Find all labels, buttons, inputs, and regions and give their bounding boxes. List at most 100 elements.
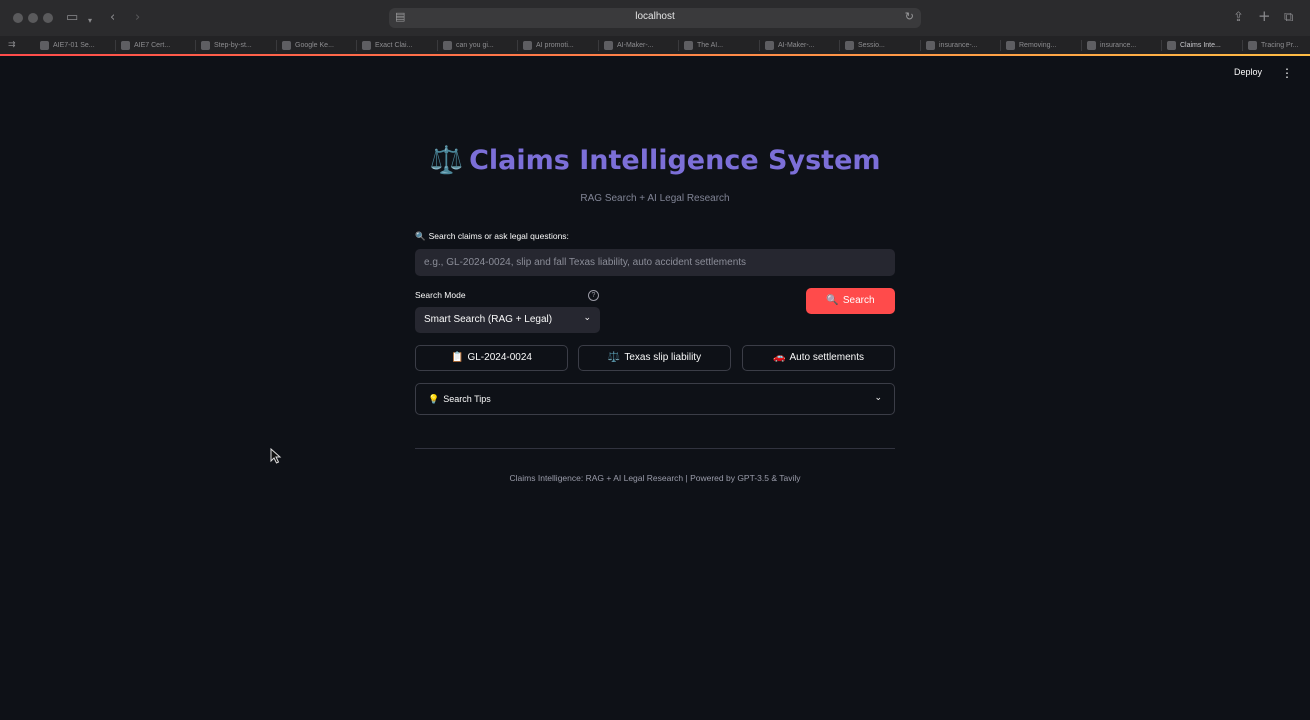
search-mode-select[interactable]: Smart Search (RAG + Legal) ⌄ <box>415 307 600 333</box>
favicon-icon <box>282 40 291 50</box>
browser-tab-label: AI-Maker-... <box>778 42 815 49</box>
browser-tab-label: can you gi... <box>456 42 494 49</box>
search-mode-label: Search Mode <box>415 290 466 300</box>
browser-tab[interactable]: Tracing Pr... <box>1248 38 1310 53</box>
tab-separator <box>920 40 921 51</box>
sidebar-toggle-icon[interactable]: ▭ <box>66 10 78 26</box>
browser-tab[interactable]: Claims Inte... <box>1167 38 1238 53</box>
favicon-icon <box>40 40 49 50</box>
browser-tab[interactable]: AI-Maker-... <box>765 38 836 53</box>
quick-search-auto-button[interactable]: 🚗 Auto settlements <box>742 345 895 371</box>
tab-separator <box>276 40 277 51</box>
address-bar[interactable]: ▤ localhost ↻ <box>389 8 921 28</box>
search-mode-value: Smart Search (RAG + Legal) <box>424 314 553 325</box>
browser-tab-label: AIE7 Cert... <box>134 42 171 49</box>
browser-tab[interactable]: Google Ke... <box>282 38 353 53</box>
browser-tab[interactable]: AI promoti... <box>523 38 594 53</box>
url-text[interactable]: localhost <box>389 11 921 22</box>
browser-tab[interactable]: AIE7-01 Se... <box>40 38 111 53</box>
tab-separator <box>1081 40 1082 51</box>
favicon-icon <box>765 40 774 50</box>
favicon-icon <box>684 40 693 50</box>
magnifier-icon: 🔍 <box>415 232 426 242</box>
favicon-icon <box>1087 40 1096 50</box>
chevron-down-icon[interactable]: ▾ <box>88 13 92 29</box>
browser-tab-label: Claims Inte... <box>1180 42 1221 49</box>
quick-button-label: GL-2024-0024 <box>467 352 532 363</box>
tab-separator <box>759 40 760 51</box>
favicon-icon <box>1167 40 1176 50</box>
favicon-icon <box>121 40 130 50</box>
tab-group-icon[interactable]: ⇉ <box>8 37 16 53</box>
tab-separator <box>356 40 357 51</box>
browser-tab[interactable]: AIE7 Cert... <box>121 38 192 53</box>
browser-tab-label: insurance-... <box>939 42 978 49</box>
tab-separator <box>1161 40 1162 51</box>
tab-separator <box>839 40 840 51</box>
tab-overview-icon[interactable]: ⧉ <box>1284 10 1293 26</box>
search-button-label: Search <box>842 295 875 306</box>
main-menu-icon[interactable]: ⋮ <box>1280 66 1294 80</box>
quick-button-label: Texas slip liability <box>624 352 702 363</box>
minimize-window-icon[interactable] <box>28 13 38 23</box>
browser-tab[interactable]: Removing... <box>1006 38 1077 53</box>
new-tab-icon[interactable]: + <box>1258 8 1271 24</box>
close-window-icon[interactable] <box>13 13 23 23</box>
favicon-icon <box>362 40 371 50</box>
help-icon[interactable]: ? <box>588 290 599 301</box>
quick-search-texas-button[interactable]: ⚖️ Texas slip liability <box>578 345 731 371</box>
share-icon[interactable]: ⇪ <box>1233 10 1244 26</box>
page-title: ⚖️ Claims Intelligence System <box>415 144 895 176</box>
search-label: 🔍 Search claims or ask legal questions: <box>415 231 569 242</box>
browser-tab[interactable]: can you gi... <box>443 38 514 53</box>
page-title-text: Claims Intelligence System <box>469 145 881 176</box>
app-top-accent-bar <box>0 54 1310 56</box>
forward-arrow-icon[interactable]: › <box>135 10 140 26</box>
search-button[interactable]: 🔍 Search <box>806 288 895 314</box>
clipboard-icon: 📋 <box>451 352 464 363</box>
deploy-button[interactable]: Deploy <box>1234 67 1262 77</box>
page-subtitle: RAG Search + AI Legal Research <box>580 193 730 204</box>
chevron-down-icon: ⌄ <box>583 313 591 323</box>
browser-tab[interactable]: Exact Clai... <box>362 38 433 53</box>
scales-icon: ⚖️ <box>607 352 621 363</box>
favicon-icon <box>443 40 452 50</box>
zoom-window-icon[interactable] <box>43 13 53 23</box>
tab-bar: ⇉ AIE7-01 Se... AIE7 Cert... Step-by-st...… <box>0 36 1310 54</box>
browser-tab-label: AI promoti... <box>536 42 574 49</box>
browser-tab[interactable]: AI-Maker-... <box>604 38 675 53</box>
browser-tab[interactable]: Sessio... <box>845 38 916 53</box>
browser-tab-label: The AI... <box>697 42 724 49</box>
search-tips-expander[interactable]: 💡 Search Tips ⌄ <box>415 383 895 415</box>
browser-tab[interactable]: Step-by-st... <box>201 38 272 53</box>
tab-separator <box>437 40 438 51</box>
tab-separator <box>195 40 196 51</box>
browser-tab[interactable]: insurance... <box>1087 38 1158 53</box>
browser-tab[interactable]: insurance-... <box>926 38 997 53</box>
favicon-icon <box>604 40 613 50</box>
browser-tab-label: AI-Maker-... <box>617 42 654 49</box>
chevron-down-icon: ⌄ <box>874 393 882 403</box>
favicon-icon <box>1006 40 1015 50</box>
footer-text: Claims Intelligence: RAG + AI Legal Rese… <box>509 473 801 483</box>
car-icon: 🚗 <box>773 352 786 363</box>
favicon-icon <box>1248 40 1257 50</box>
browser-tab-label: Exact Clai... <box>375 42 413 49</box>
tab-separator <box>678 40 679 51</box>
scales-icon: ⚖️ <box>429 145 464 176</box>
browser-tab-label: Step-by-st... <box>214 42 252 49</box>
lightbulb-icon: 💡 <box>428 395 440 405</box>
search-label-text: Search claims or ask legal questions: <box>428 231 569 241</box>
tab-separator <box>598 40 599 51</box>
quick-search-claim-button[interactable]: 📋 GL-2024-0024 <box>415 345 568 371</box>
back-arrow-icon[interactable]: ‹ <box>110 10 115 26</box>
browser-tab-label: Sessio... <box>858 42 885 49</box>
search-input[interactable] <box>415 249 895 276</box>
mouse-cursor-icon <box>270 448 282 464</box>
favicon-icon <box>845 40 854 50</box>
reload-icon[interactable]: ↻ <box>905 10 914 23</box>
quick-button-label: Auto settlements <box>789 352 864 363</box>
search-tips-text: Search Tips <box>443 394 491 404</box>
browser-tab-label: AIE7-01 Se... <box>53 42 95 49</box>
browser-tab[interactable]: The AI... <box>684 38 755 53</box>
